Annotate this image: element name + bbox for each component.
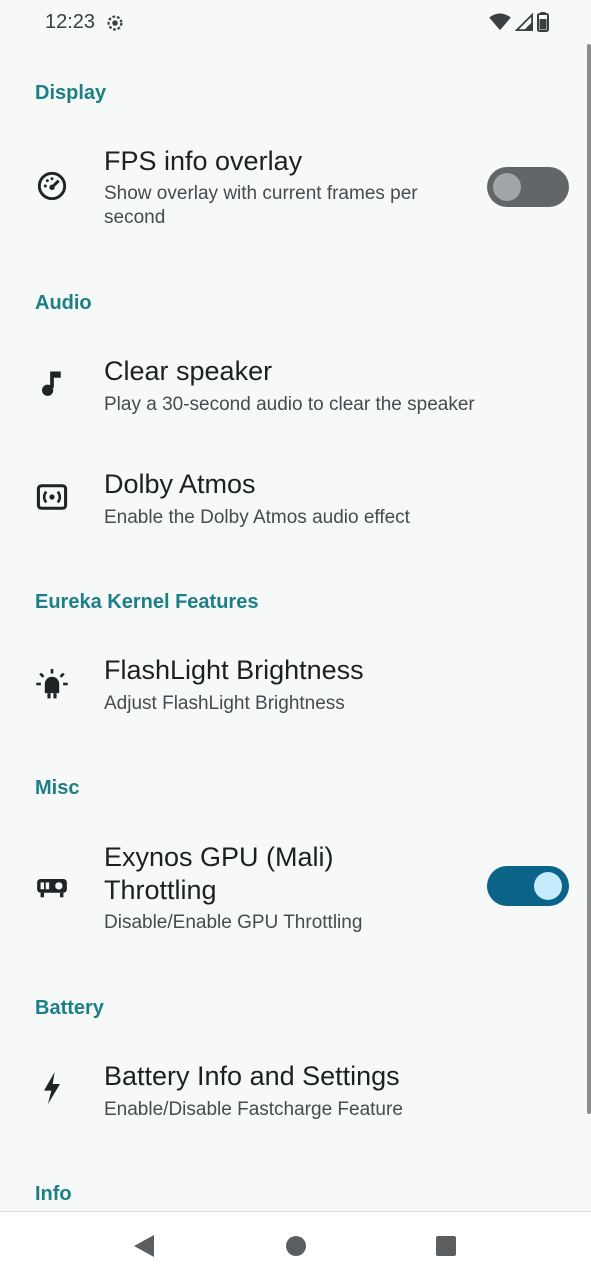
speaker-icon <box>34 479 70 515</box>
pref-summary: Play a 30-second audio to clear the spea… <box>104 394 475 415</box>
pref-summary: Enable the Dolby Atmos audio effect <box>104 507 410 528</box>
scrollbar[interactable] <box>587 44 591 1114</box>
section-header-misc: Misc <box>35 777 80 799</box>
pref-fps-info-overlay[interactable]: FPS info overlay Show overlay with curre… <box>0 128 587 252</box>
signal-icon <box>514 12 533 36</box>
pref-title: Dolby Atmos <box>104 469 256 499</box>
settings-gear-icon <box>104 12 126 39</box>
pref-title: Battery Info and Settings <box>104 1061 400 1091</box>
status-bar: 12:23 <box>0 0 591 46</box>
pref-battery-info[interactable]: Battery Info and Settings Enable/Disable… <box>0 1044 587 1150</box>
wifi-icon <box>489 13 511 36</box>
pref-title-line1: Exynos GPU (Mali) <box>104 842 334 872</box>
section-header-audio: Audio <box>35 292 92 314</box>
toggle-thumb <box>534 872 562 900</box>
status-icons <box>489 12 549 37</box>
music-note-icon <box>34 366 70 402</box>
section-header-info: Info <box>35 1183 72 1205</box>
gpu-icon <box>34 869 70 905</box>
section-header-battery: Battery <box>35 997 104 1019</box>
home-button[interactable] <box>285 1235 307 1262</box>
back-button[interactable] <box>133 1234 155 1263</box>
section-header-display: Display <box>35 82 107 104</box>
battery-icon <box>537 12 549 37</box>
pref-title: FPS info overlay <box>104 146 303 176</box>
pref-summary: Disable/Enable GPU Throttling <box>104 912 363 933</box>
pref-title: FlashLight Brightness <box>104 655 364 685</box>
status-time: 12:23 <box>45 11 96 33</box>
pref-summary-line1: Show overlay with current frames per <box>104 183 418 204</box>
speedometer-icon <box>34 168 70 204</box>
pref-flashlight-brightness[interactable]: FlashLight Brightness Adjust FlashLight … <box>0 638 587 744</box>
fps-overlay-toggle[interactable] <box>487 167 569 207</box>
pref-title: Clear speaker <box>104 356 273 386</box>
light-icon <box>34 666 70 702</box>
pref-summary-line2: second <box>104 207 166 228</box>
section-header-eureka: Eureka Kernel Features <box>35 591 259 613</box>
pref-summary: Enable/Disable Fastcharge Feature <box>104 1099 403 1120</box>
recents-button[interactable] <box>435 1235 457 1262</box>
pref-dolby-atmos[interactable]: Dolby Atmos Enable the Dolby Atmos audio… <box>0 452 587 558</box>
bolt-icon <box>34 1070 70 1106</box>
gpu-throttling-toggle[interactable] <box>487 866 569 906</box>
pref-clear-speaker[interactable]: Clear speaker Play a 30-second audio to … <box>0 338 587 444</box>
pref-summary: Adjust FlashLight Brightness <box>104 693 345 714</box>
navigation-bar <box>0 1211 591 1281</box>
pref-gpu-throttling[interactable]: Exynos GPU (Mali) Throttling Disable/Ena… <box>0 824 587 954</box>
toggle-thumb <box>493 173 521 201</box>
pref-title-line2: Throttling <box>104 875 217 905</box>
